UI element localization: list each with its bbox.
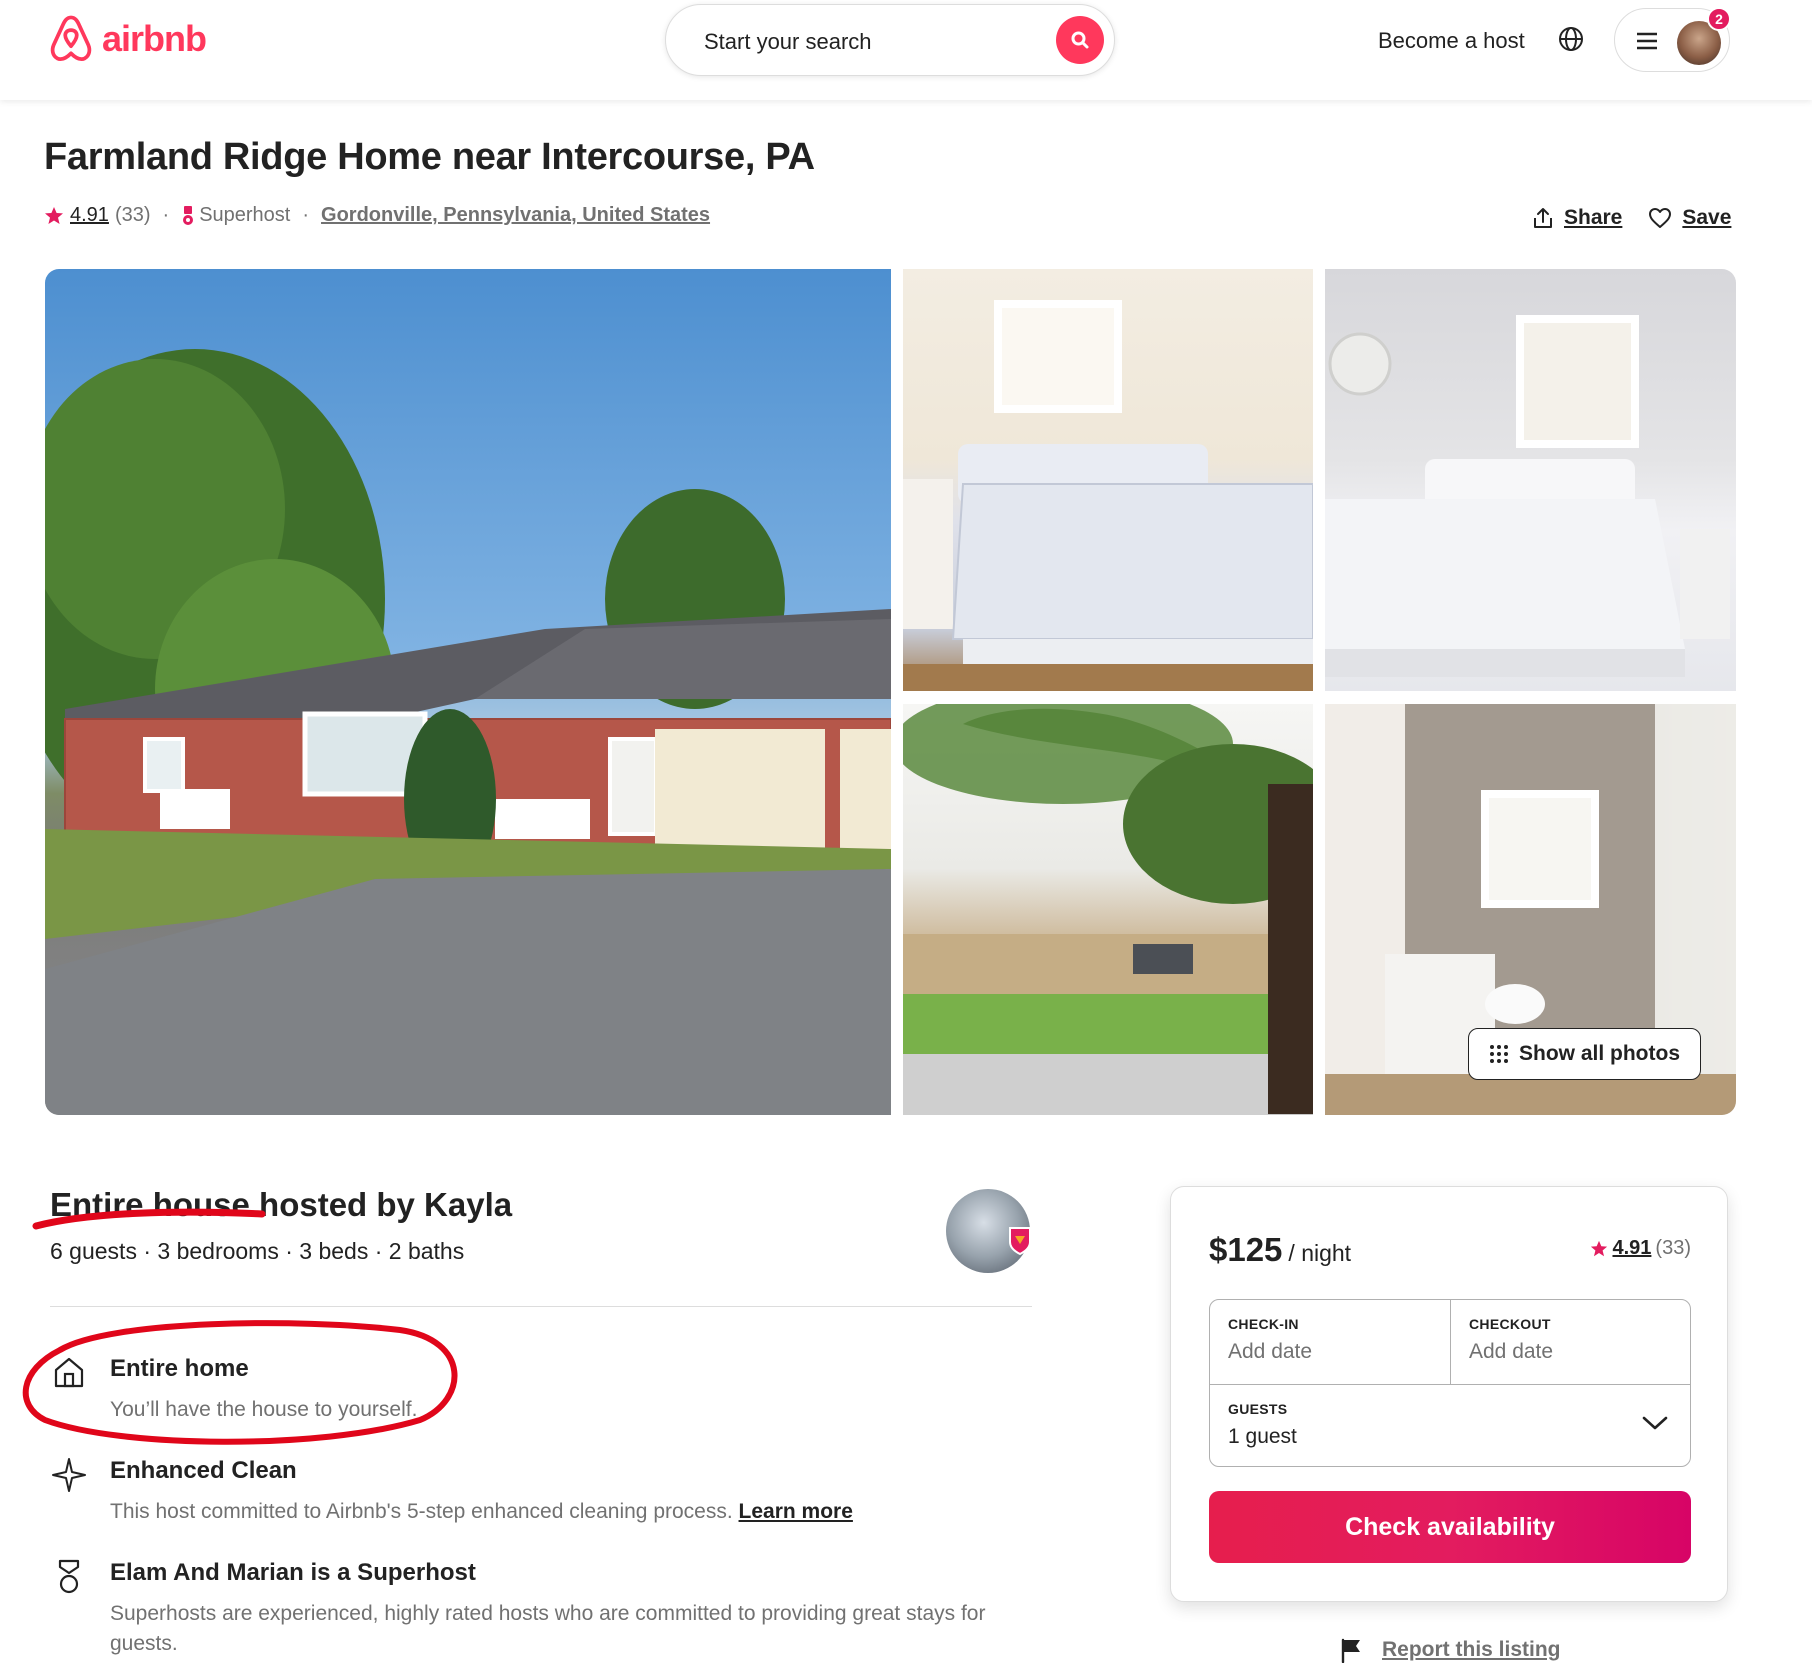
save-label: Save [1682,206,1732,229]
listing-title: Farmland Ridge Home near Intercourse, PA [44,136,815,178]
house-illustration [45,349,891,1115]
globe-icon [1559,27,1583,51]
search-button[interactable] [1056,16,1104,64]
listing-rating[interactable]: 4.91 [70,204,109,227]
feature-description: Superhosts are experienced, highly rated… [110,1602,986,1655]
card-review-count: (33) [1655,1237,1691,1259]
meta-separator: · [302,204,310,226]
top-nav: airbnb Start your search Become a host 2 [0,0,1812,100]
heart-icon [1649,208,1672,228]
feature-title: Enhanced Clean [110,1457,297,1484]
bedroom-illustration [1325,315,1730,677]
hosted-by-heading: Entire house hosted by Kayla [50,1186,513,1223]
price-unit: / night [1288,1240,1352,1266]
guests-field[interactable]: GUESTS 1 guest [1210,1384,1690,1466]
checkin-label: CHECK-IN [1228,1316,1299,1332]
price-value: $125 [1209,1231,1283,1268]
superhost-label: Superhost [199,204,291,226]
feature-enhanced-clean: Enhanced Clean This host committed to Ai… [50,1457,853,1527]
listing-capacity: 6 guests · 3 bedrooms · 3 beds · 2 baths [50,1238,465,1264]
photo-house-exterior[interactable] [45,269,891,1115]
booking-card: $125/ night 4.91 (33) CHECK-IN Add date … [1170,1186,1728,1602]
airbnb-logo-icon [50,15,92,62]
feature-description-text: This host committed to Airbnb's 5-step e… [110,1500,733,1523]
chevron-down-icon [1642,1416,1668,1430]
star-icon [45,206,63,224]
feature-description: You’ll have the house to yourself. [110,1398,418,1421]
checkin-value: Add date [1228,1340,1313,1363]
logo-wordmark: airbnb [102,18,207,59]
checkout-field[interactable]: CHECKOUT Add date [1451,1300,1692,1384]
show-all-photos-label: Show all photos [1519,1042,1680,1065]
card-rating-value[interactable]: 4.91 [1612,1237,1651,1260]
bedroom-illustration [903,300,1313,691]
save-button[interactable]: Save [1648,206,1731,230]
farmland-illustration [903,704,1313,1115]
meta-separator: · [162,204,170,226]
report-listing-link[interactable]: Report this listing [1340,1637,1561,1663]
notification-badge: 2 [1707,7,1731,31]
superhost-badge-icon [1009,1227,1031,1256]
guests-value: 1 guest [1228,1425,1297,1448]
star-icon [1591,1240,1608,1256]
feature-superhost: Elam And Marian is a Superhost Superhost… [50,1559,1030,1659]
checkout-value: Add date [1469,1340,1554,1363]
search-bar[interactable]: Start your search [665,4,1115,76]
search-icon [1071,31,1089,49]
superhost-badge-icon [183,205,194,225]
feature-title: Elam And Marian is a Superhost [110,1559,476,1586]
learn-more-link[interactable]: Learn more [739,1500,853,1523]
review-count[interactable]: (33) [115,204,151,227]
home-icon [50,1355,88,1393]
search-placeholder: Start your search [704,29,872,54]
share-label: Share [1564,206,1623,229]
share-icon [1534,208,1552,228]
feature-description: This host committed to Airbnb's 5-step e… [110,1497,853,1527]
card-rating: 4.91 (33) [1590,1237,1691,1260]
become-host-link[interactable]: Become a host [1378,28,1525,54]
report-listing-label: Report this listing [1382,1638,1561,1661]
feature-title: Entire home [110,1355,249,1382]
check-availability-button[interactable]: Check availability [1209,1491,1691,1563]
date-guest-picker: CHECK-IN Add date CHECKOUT Add date GUES… [1209,1299,1691,1467]
flag-icon [1341,1638,1360,1663]
guests-label: GUESTS [1228,1401,1288,1417]
airbnb-logo[interactable]: airbnb [48,14,207,64]
feature-entire-home: Entire home You’ll have the house to you… [50,1355,417,1425]
location-link[interactable]: Gordonville, Pennsylvania, United States [321,204,710,227]
nightly-price: $125/ night [1209,1231,1351,1269]
share-button[interactable]: Share [1532,206,1622,230]
grid-dots-icon [1490,1045,1508,1063]
checkin-field[interactable]: CHECK-IN Add date [1210,1300,1451,1384]
photo-bedroom-1[interactable] [903,269,1313,691]
listing-meta: 4.91 (33) · Superhost · Gordonville, Pen… [44,204,710,227]
sparkle-icon [50,1457,88,1495]
language-button[interactable] [1557,25,1585,58]
checkout-label: CHECKOUT [1469,1316,1551,1332]
photo-bedroom-2[interactable] [1325,269,1736,691]
listing-actions: Share Save [1532,206,1731,230]
hamburger-icon [1637,32,1657,50]
superhost-icon [50,1559,88,1597]
user-menu-button[interactable]: 2 [1614,7,1731,72]
show-all-photos-button[interactable]: Show all photos [1468,1028,1701,1080]
section-divider [50,1306,1032,1307]
photo-farmland[interactable] [903,704,1313,1115]
